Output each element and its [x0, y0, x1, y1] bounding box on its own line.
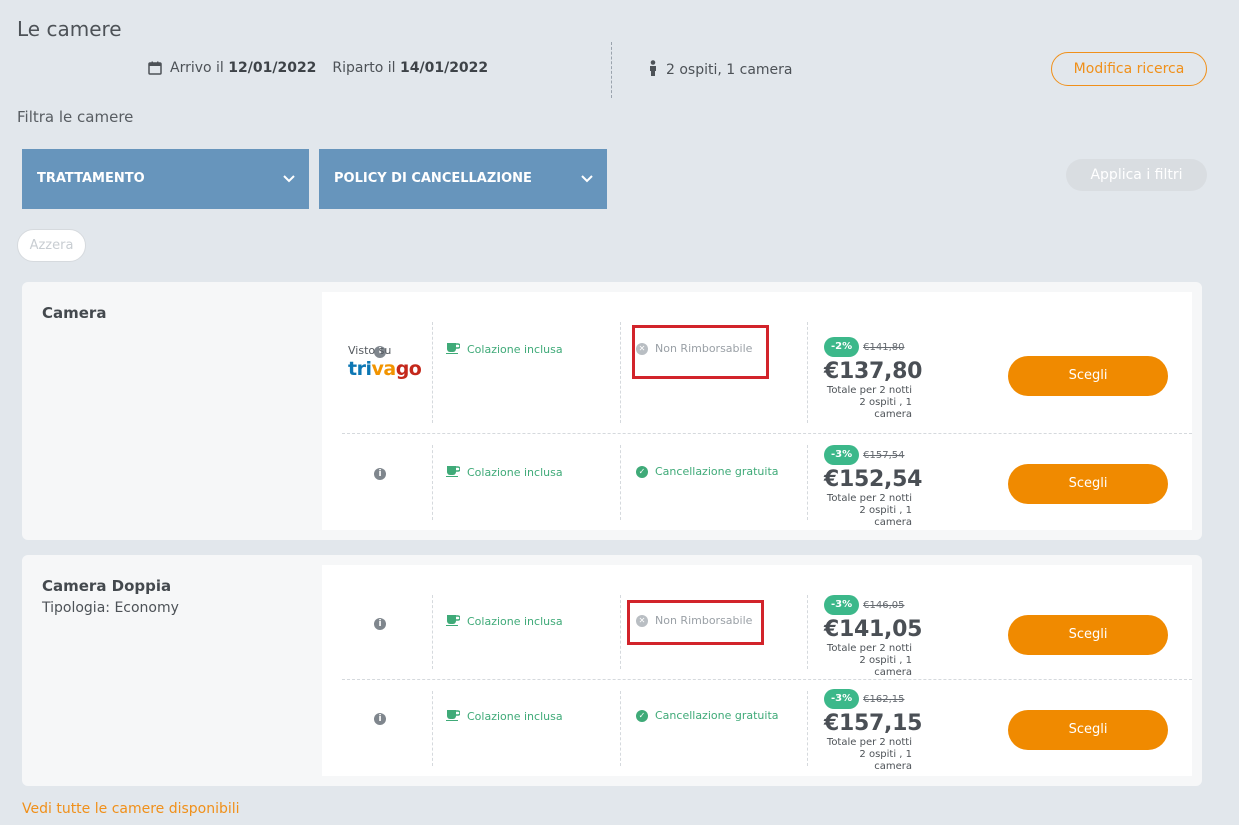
price-note-nights: Totale per 2 notti	[826, 643, 912, 654]
meal-plan: Colazione inclusa	[446, 465, 563, 480]
cancellation-policy-label: Cancellazione gratuita	[655, 709, 779, 722]
rate-row: i Colazione inclusa ✓ Cancellazione grat…	[342, 435, 1192, 530]
rate-list: i Colazione inclusa ✕ Non Rimborsabile -…	[322, 565, 1192, 776]
cancellation-policy: ✓ Cancellazione gratuita	[636, 709, 779, 722]
meal-plan: Colazione inclusa	[446, 614, 563, 629]
rate-row: i Colazione inclusa ✕ Non Rimborsabile -…	[342, 565, 1192, 680]
modify-search-button[interactable]: Modifica ricerca	[1051, 52, 1207, 86]
filter-label: Filtra le camere	[17, 108, 134, 126]
coffee-cup-icon	[446, 342, 461, 357]
room-card: Camera Doppia Tipologia: Economy i Colaz…	[22, 555, 1202, 786]
price-note-nights: Totale per 2 notti	[826, 385, 912, 396]
see-all-rooms-link[interactable]: Vedi tutte le camere disponibili	[22, 801, 240, 817]
choose-button[interactable]: Scegli	[1008, 710, 1168, 750]
check-circle-icon: ✓	[636, 465, 648, 478]
price: €157,15	[824, 711, 923, 736]
old-price: €141,80	[863, 341, 905, 353]
trivago-logo: trivago	[348, 358, 422, 380]
rate-list: i Visto su trivago Colazione inclusa ✕ N…	[322, 292, 1192, 530]
calendar-icon	[148, 61, 162, 75]
arrival-date: 12/01/2022	[228, 60, 317, 76]
seen-on-label: Visto su	[348, 344, 392, 357]
old-price: €157,54	[863, 449, 905, 461]
meal-plan: Colazione inclusa	[446, 709, 563, 724]
discount-badge: -3%	[824, 445, 860, 465]
coffee-cup-icon	[446, 709, 461, 724]
guests-text: 2 ospiti, 1 camera	[666, 62, 793, 78]
info-icon[interactable]: i	[374, 713, 386, 725]
chevron-down-icon	[581, 149, 593, 236]
search-summary: Arrivo il 12/01/2022 Riparto il 14/01/20…	[0, 42, 1239, 98]
stay-dates: Arrivo il 12/01/2022 Riparto il 14/01/20…	[148, 60, 488, 76]
meal-plan: Colazione inclusa	[446, 342, 563, 357]
info-icon[interactable]: i	[374, 618, 386, 630]
price-note-guests: 2 ospiti , 1 camera	[859, 655, 912, 678]
departure-date: 14/01/2022	[400, 60, 489, 76]
person-icon	[648, 60, 658, 80]
divider	[611, 42, 612, 98]
highlight-box	[627, 600, 764, 645]
price: €141,05	[824, 617, 923, 642]
discount-badge: -3%	[824, 595, 860, 615]
arrival-label: Arrivo il	[170, 60, 224, 76]
price-block: -3% €162,15 €157,15 Totale per 2 notti 2…	[824, 689, 934, 773]
old-price: €162,15	[863, 693, 905, 705]
room-card: Camera i Visto su trivago Colazione incl…	[22, 282, 1202, 540]
price: €137,80	[824, 359, 923, 384]
info-icon[interactable]: i	[374, 468, 386, 480]
page-title: Le camere	[17, 17, 122, 41]
coffee-cup-icon	[446, 614, 461, 629]
cancellation-policy-filter-label: POLICY DI CANCELLAZIONE	[334, 171, 532, 186]
cancellation-policy-filter-dropdown[interactable]: POLICY DI CANCELLAZIONE	[319, 149, 607, 209]
room-name: Camera	[42, 304, 107, 322]
choose-button[interactable]: Scegli	[1008, 464, 1168, 504]
price-block: -2% €141,80 €137,80 Totale per 2 notti 2…	[824, 337, 934, 421]
departure-label: Riparto il	[332, 60, 396, 76]
price-note-guests: 2 ospiti , 1 camera	[859, 749, 912, 772]
price-note-nights: Totale per 2 notti	[826, 493, 912, 504]
cancellation-policy-label: Cancellazione gratuita	[655, 465, 779, 478]
meal-plan-label: Colazione inclusa	[467, 466, 563, 479]
room-name: Camera Doppia	[42, 577, 172, 595]
coffee-cup-icon	[446, 465, 461, 480]
highlight-box	[632, 325, 769, 379]
price-block: -3% €157,54 €152,54 Totale per 2 notti 2…	[824, 445, 934, 529]
treatment-filter-dropdown[interactable]: TRATTAMENTO	[22, 149, 309, 209]
check-circle-icon: ✓	[636, 709, 648, 722]
meal-plan-label: Colazione inclusa	[467, 343, 563, 356]
reset-filters-button[interactable]: Azzera	[17, 229, 86, 262]
price-note-nights: Totale per 2 notti	[826, 737, 912, 748]
apply-filters-button[interactable]: Applica i filtri	[1066, 159, 1207, 191]
meal-plan-label: Colazione inclusa	[467, 615, 563, 628]
old-price: €146,05	[863, 599, 905, 611]
chevron-down-icon	[283, 149, 295, 236]
guests-summary: 2 ospiti, 1 camera	[648, 60, 793, 80]
choose-button[interactable]: Scegli	[1008, 356, 1168, 396]
cancellation-policy: ✓ Cancellazione gratuita	[636, 465, 779, 478]
price-block: -3% €146,05 €141,05 Totale per 2 notti 2…	[824, 595, 934, 679]
discount-badge: -2%	[824, 337, 860, 357]
price-note-guests: 2 ospiti , 1 camera	[859, 397, 912, 420]
choose-button[interactable]: Scegli	[1008, 615, 1168, 655]
rate-row: i Colazione inclusa ✓ Cancellazione grat…	[342, 681, 1192, 776]
price: €152,54	[824, 467, 923, 492]
treatment-filter-label: TRATTAMENTO	[37, 171, 145, 186]
discount-badge: -3%	[824, 689, 860, 709]
room-type: Tipologia: Economy	[42, 600, 179, 616]
rate-row: i Visto su trivago Colazione inclusa ✕ N…	[342, 292, 1192, 434]
price-note-guests: 2 ospiti , 1 camera	[859, 505, 912, 528]
trivago-badge: Visto su trivago	[348, 344, 428, 380]
meal-plan-label: Colazione inclusa	[467, 710, 563, 723]
